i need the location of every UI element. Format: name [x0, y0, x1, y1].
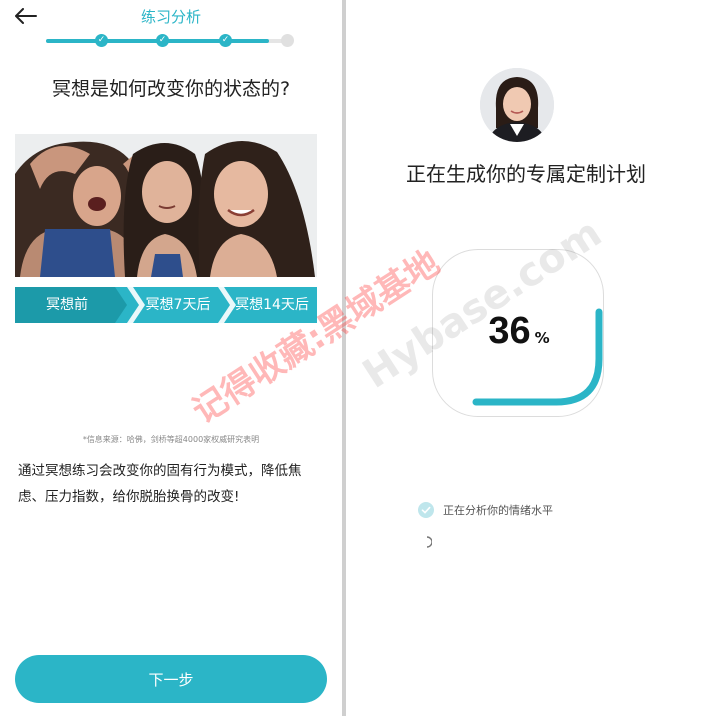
meditation-stage-band: 冥想前 冥想7天后 冥想14天后 — [15, 287, 317, 323]
step-check-icon: ✓ — [156, 34, 169, 47]
stage-before: 冥想前 — [46, 297, 88, 313]
step-pending-dot — [281, 34, 294, 47]
stage-7-days: 冥想7天后 — [145, 297, 211, 313]
step-check-icon: ✓ — [219, 34, 232, 47]
progress-value: 36 — [488, 310, 531, 352]
step-progress-bar: ✓ ✓ ✓ — [46, 34, 298, 48]
meditation-analysis-screen: 练习分析 ✓ ✓ ✓ 冥想是如何改变你的状态的? 冥想前 冥想7天后 冥想14天… — [0, 0, 342, 716]
question-heading: 冥想是如何改变你的状态的? — [51, 78, 291, 100]
progress-unit: % — [534, 329, 550, 347]
plan-generation-screen: 正在生成你的专属定制计划 36% 正在分析你的情绪水平 — [346, 0, 706, 716]
before-after-photo — [15, 134, 317, 277]
stage-14-days: 冥想14天后 — [235, 297, 309, 313]
generating-title: 正在生成你的专属定制计划 — [406, 162, 646, 186]
description-text: 通过冥想练习会改变你的固有行为模式，降低焦虑、压力指数，给你脱胎换骨的改变! — [18, 463, 302, 505]
analysis-task-item: 正在分析你的情绪水平 — [418, 501, 553, 519]
header-title: 练习分析 — [140, 8, 201, 26]
check-circle-icon — [418, 502, 434, 518]
next-button[interactable]: 下一步 — [15, 655, 327, 703]
coach-avatar — [480, 68, 554, 142]
progress-card: 36% — [432, 249, 604, 417]
progress-percent: 36% — [433, 310, 605, 353]
loading-spinner-icon — [422, 533, 433, 552]
source-note: *信息来源：哈佛，剑桥等超4000家权威研究表明 — [82, 435, 260, 444]
step-check-icon: ✓ — [95, 34, 108, 47]
task-label: 正在分析你的情绪水平 — [443, 504, 553, 517]
